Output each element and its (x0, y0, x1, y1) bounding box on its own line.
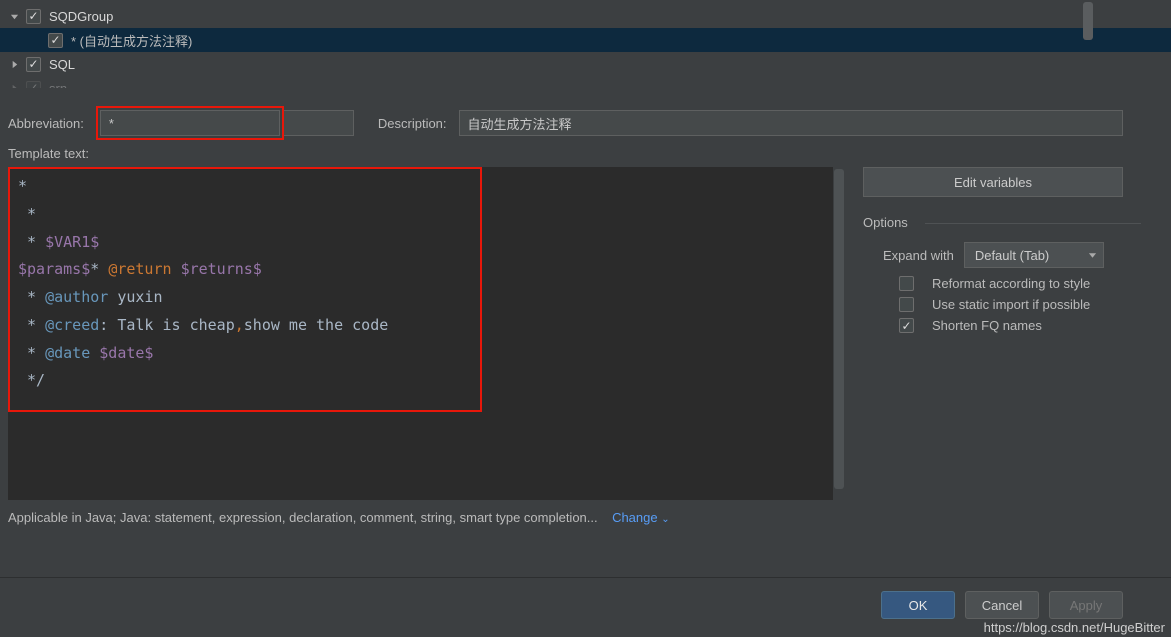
chevron-right-icon[interactable] (8, 82, 20, 88)
tree-group-label: srn (49, 81, 67, 89)
template-editor-wrap: * * * $VAR1$ $params$* @return $returns$… (8, 167, 845, 500)
ok-button[interactable]: OK (881, 591, 955, 619)
abbreviation-highlight (96, 106, 284, 140)
tree-group-label: SQL (49, 57, 75, 72)
reformat-option[interactable]: Reformat according to style (863, 276, 1123, 291)
reformat-checkbox[interactable] (899, 276, 914, 291)
chevron-down-icon: ⌄ (661, 514, 669, 525)
applicable-text: Applicable in Java; Java: statement, exp… (8, 510, 598, 525)
description-input[interactable] (459, 110, 1123, 136)
tree-checkbox[interactable] (48, 33, 63, 48)
expand-with-value: Default (Tab) (975, 248, 1049, 263)
shorten-fq-option[interactable]: Shorten FQ names (863, 318, 1123, 333)
tree-item-selected[interactable]: * (自动生成方法注释) (0, 28, 1171, 52)
tree-scrollbar[interactable] (1083, 2, 1093, 40)
tree-checkbox[interactable] (26, 81, 41, 89)
apply-button[interactable]: Apply (1049, 591, 1123, 619)
tree-checkbox[interactable] (26, 9, 41, 24)
cancel-button[interactable]: Cancel (965, 591, 1039, 619)
description-label: Description: (378, 116, 447, 131)
watermark: https://blog.csdn.net/HugeBitter (984, 620, 1165, 635)
chevron-down-icon[interactable] (8, 10, 20, 22)
editor-scrollbar-thumb[interactable] (834, 169, 844, 489)
tree-group-label: SQDGroup (49, 9, 113, 24)
chevron-right-icon[interactable] (8, 58, 20, 70)
options-title: Options (863, 215, 1123, 230)
tree-item-label: * (自动生成方法注释) (71, 31, 192, 50)
template-tree[interactable]: SQDGroup * (自动生成方法注释) SQL srn (0, 0, 1171, 88)
abbreviation-input[interactable] (100, 110, 280, 136)
expand-with-dropdown[interactable]: Default (Tab) (964, 242, 1104, 268)
applicable-row: Applicable in Java; Java: statement, exp… (0, 500, 1171, 525)
side-panel: Edit variables Options Expand with Defau… (863, 167, 1123, 500)
editor-scrollbar-track[interactable] (833, 167, 845, 500)
tree-checkbox[interactable] (26, 57, 41, 72)
template-text-editor[interactable]: * * * $VAR1$ $params$* @return $returns$… (8, 167, 845, 500)
dialog-button-bar: OK Cancel Apply (881, 591, 1123, 619)
shorten-fq-checkbox[interactable] (899, 318, 914, 333)
change-link[interactable]: Change ⌄ (612, 510, 670, 525)
static-import-option[interactable]: Use static import if possible (863, 297, 1123, 312)
options-box: Options Expand with Default (Tab) Reform… (863, 215, 1123, 333)
abbreviation-input-ext (284, 110, 354, 136)
shorten-fq-label: Shorten FQ names (932, 318, 1042, 333)
edit-variables-button[interactable]: Edit variables (863, 167, 1123, 197)
tree-group-sql[interactable]: SQL (0, 52, 1171, 76)
static-import-label: Use static import if possible (932, 297, 1090, 312)
static-import-checkbox[interactable] (899, 297, 914, 312)
expand-with-row: Expand with Default (Tab) (863, 242, 1123, 268)
template-text-label: Template text: (8, 146, 1123, 161)
chevron-down-icon (1088, 248, 1097, 263)
tree-group-partial[interactable]: srn (0, 76, 1171, 88)
reformat-label: Reformat according to style (932, 276, 1090, 291)
tree-group-sqdgroup[interactable]: SQDGroup (0, 4, 1171, 28)
abbreviation-label: Abbreviation: (8, 116, 84, 131)
expand-with-label: Expand with (883, 248, 954, 263)
abbrev-desc-row: Abbreviation: Description: (0, 106, 1171, 140)
